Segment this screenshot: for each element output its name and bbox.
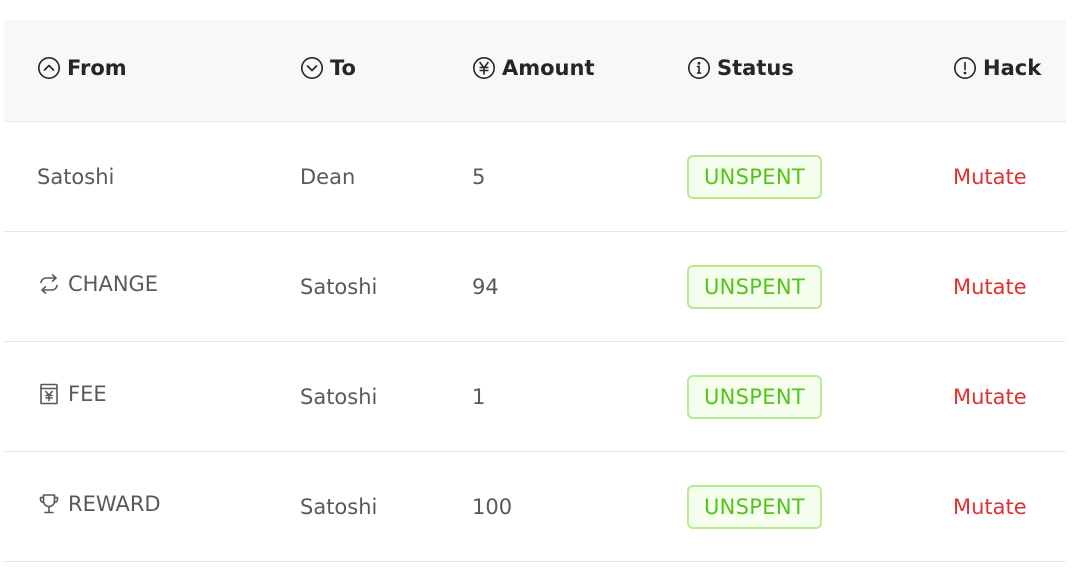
status-badge: UNSPENT bbox=[687, 374, 822, 419]
cell-amount: 5 bbox=[472, 121, 687, 232]
cell-amount: 94 bbox=[472, 231, 687, 342]
table-body: Satoshi Dean 5 UNSPENT Mutate CHANGE Sat… bbox=[4, 121, 1066, 562]
amount-value: 1 bbox=[472, 384, 486, 409]
column-label-from: From bbox=[67, 56, 127, 80]
status-badge: UNSPENT bbox=[687, 264, 822, 309]
column-label-to: To bbox=[330, 56, 356, 80]
cell-from: Satoshi bbox=[4, 121, 300, 232]
cell-to: Dean bbox=[300, 121, 472, 232]
column-header-hack[interactable]: Hack bbox=[953, 20, 1066, 122]
from-value: Satoshi bbox=[37, 164, 115, 189]
cell-amount: 1 bbox=[472, 341, 687, 452]
to-value: Satoshi bbox=[300, 274, 378, 299]
column-header-status[interactable]: Status bbox=[687, 20, 953, 122]
cell-hack: Mutate bbox=[953, 341, 1066, 452]
column-header-to[interactable]: To bbox=[300, 20, 472, 122]
cell-status: UNSPENT bbox=[687, 341, 953, 452]
table-header: From To Amount Status Hack bbox=[4, 20, 1066, 122]
yen-receipt-icon bbox=[37, 382, 61, 406]
cell-status: UNSPENT bbox=[687, 121, 953, 232]
amount-value: 5 bbox=[472, 164, 486, 189]
mutate-link[interactable]: Mutate bbox=[953, 495, 1027, 519]
from-value: REWARD bbox=[68, 492, 161, 516]
transactions-table: From To Amount Status Hack Satoshi Dean … bbox=[4, 20, 1066, 562]
cell-amount: 100 bbox=[472, 451, 687, 562]
column-header-amount[interactable]: Amount bbox=[472, 20, 687, 122]
table-row: FEE Satoshi 1 UNSPENT Mutate bbox=[4, 341, 1066, 452]
column-label-hack: Hack bbox=[983, 56, 1042, 80]
cell-to: Satoshi bbox=[300, 341, 472, 452]
circle-info-icon bbox=[687, 56, 711, 80]
table-row: Satoshi Dean 5 UNSPENT Mutate bbox=[4, 121, 1066, 232]
amount-value: 94 bbox=[472, 274, 499, 299]
cell-from: FEE bbox=[4, 341, 300, 452]
cell-hack: Mutate bbox=[953, 231, 1066, 342]
column-label-amount: Amount bbox=[502, 56, 595, 80]
cell-hack: Mutate bbox=[953, 451, 1066, 562]
cell-to: Satoshi bbox=[300, 451, 472, 562]
circle-up-icon bbox=[37, 56, 61, 80]
table-row: CHANGE Satoshi 94 UNSPENT Mutate bbox=[4, 231, 1066, 342]
circle-exclamation-icon bbox=[953, 56, 977, 80]
cell-from: CHANGE bbox=[4, 231, 300, 342]
mutate-link[interactable]: Mutate bbox=[953, 275, 1027, 299]
circle-down-icon bbox=[300, 56, 324, 80]
to-value: Satoshi bbox=[300, 494, 378, 519]
from-value: CHANGE bbox=[68, 272, 159, 296]
swap-icon bbox=[37, 272, 61, 296]
cell-hack: Mutate bbox=[953, 121, 1066, 232]
column-header-from[interactable]: From bbox=[4, 20, 300, 122]
mutate-link[interactable]: Mutate bbox=[953, 165, 1027, 189]
status-badge: UNSPENT bbox=[687, 154, 822, 199]
to-value: Dean bbox=[300, 164, 356, 189]
mutate-link[interactable]: Mutate bbox=[953, 385, 1027, 409]
cell-to: Satoshi bbox=[300, 231, 472, 342]
cell-status: UNSPENT bbox=[687, 231, 953, 342]
transactions-table-container: From To Amount Status Hack Satoshi Dean … bbox=[4, 20, 1066, 562]
table-row: REWARD Satoshi 100 UNSPENT Mutate bbox=[4, 451, 1066, 562]
cell-status: UNSPENT bbox=[687, 451, 953, 562]
status-badge: UNSPENT bbox=[687, 484, 822, 529]
trophy-icon bbox=[37, 492, 61, 516]
cell-from: REWARD bbox=[4, 451, 300, 562]
header-row: From To Amount Status Hack bbox=[4, 20, 1066, 122]
from-value: FEE bbox=[68, 382, 107, 406]
column-label-status: Status bbox=[717, 56, 794, 80]
circle-yen-icon bbox=[472, 56, 496, 80]
to-value: Satoshi bbox=[300, 384, 378, 409]
amount-value: 100 bbox=[472, 494, 513, 519]
